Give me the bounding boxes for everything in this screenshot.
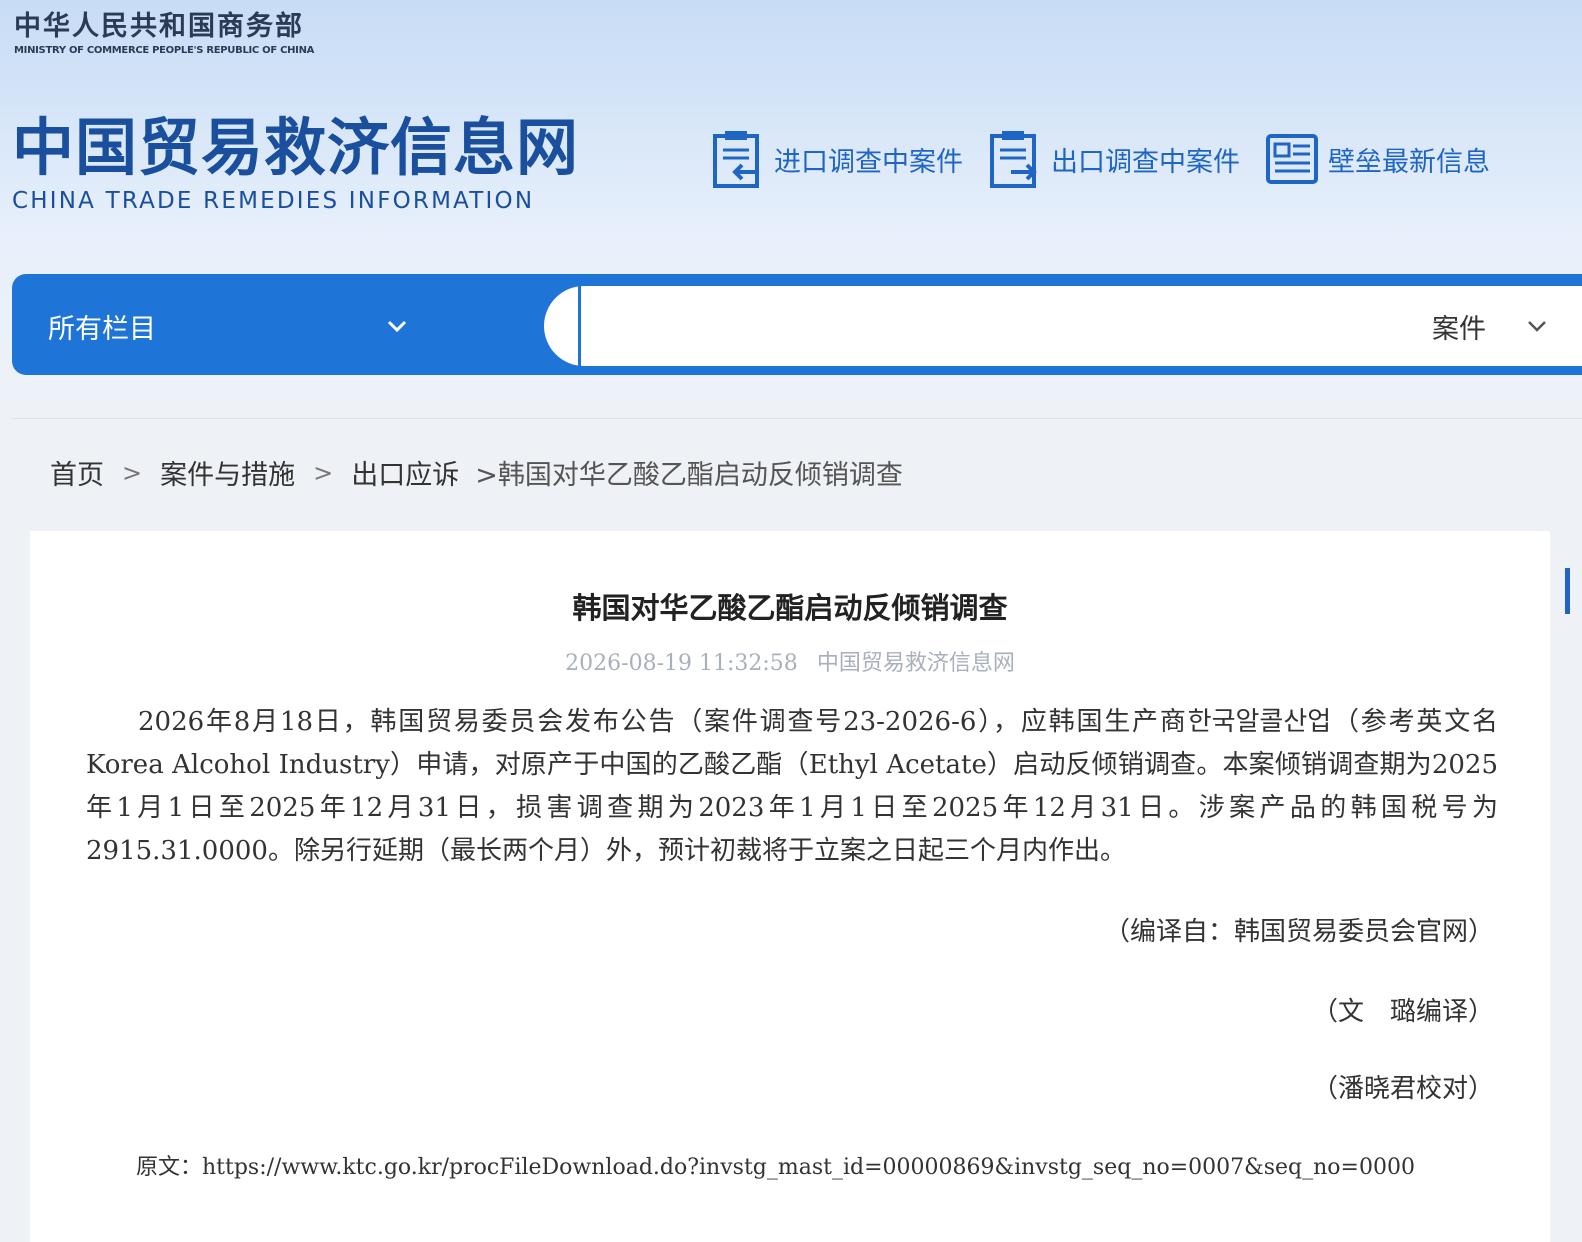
breadcrumb-current: >韩国对华乙酸乙酯启动反倾销调查 bbox=[475, 460, 903, 491]
credit-compiled: （编译自：韩国贸易委员会官网） bbox=[1103, 917, 1494, 947]
credit-proofreader: （潘晓君校对） bbox=[1311, 1074, 1494, 1104]
breadcrumb: 首页 > 案件与措施 > 出口应诉 >韩国对华乙酸乙酯启动反倾销调查 bbox=[50, 453, 903, 492]
ministry-header[interactable]: 中华人民共和国商务部 MINISTRY OF COMMERCE PEOPLE'S… bbox=[14, 4, 314, 56]
type-select-value: 案件 bbox=[1432, 313, 1486, 345]
quick-link-label: 壁垒最新信息 bbox=[1328, 146, 1490, 178]
breadcrumb-separator-icon: > bbox=[122, 458, 143, 487]
site-name-en: CHINA TRADE REMEDIES INFORMATION bbox=[12, 188, 535, 214]
type-select[interactable]: 案件 bbox=[1432, 306, 1572, 346]
barrier-news-icon bbox=[1266, 134, 1318, 184]
article-meta: 2026-08-19 11:32:58 中国贸易救济信息网 bbox=[30, 645, 1550, 677]
quick-links: 进口调查中案件 出口调查中案件 壁垒最新信息 bbox=[712, 130, 1490, 188]
category-select[interactable]: 所有栏目 bbox=[48, 306, 408, 346]
chevron-down-icon bbox=[387, 320, 407, 333]
site-name-cn: 中国贸易救济信息网 bbox=[12, 111, 580, 184]
breadcrumb-cases[interactable]: 案件与措施 bbox=[160, 453, 295, 492]
breadcrumb-export-response[interactable]: 出口应诉 bbox=[351, 453, 459, 492]
ministry-name-en: MINISTRY OF COMMERCE PEOPLE'S REPUBLIC O… bbox=[14, 45, 315, 56]
ministry-name-cn: 中华人民共和国商务部 bbox=[14, 11, 304, 42]
quick-link-export-cases[interactable]: 出口调查中案件 bbox=[989, 130, 1240, 188]
category-select-value: 所有栏目 bbox=[48, 313, 156, 345]
article-datetime: 2026-08-19 11:32:58 bbox=[565, 651, 798, 676]
article-paragraph: 2026年8月18日，韩国贸易委员会发布公告（案件调查号23-2026-6），应… bbox=[86, 707, 1498, 866]
breadcrumb-separator-icon: > bbox=[313, 458, 334, 487]
breadcrumb-home[interactable]: 首页 bbox=[50, 453, 104, 492]
quick-link-label: 出口调查中案件 bbox=[1051, 146, 1240, 178]
credit-translator: （文 璐编译） bbox=[1311, 997, 1494, 1027]
article-title: 韩国对华乙酸乙酯启动反倾销调查 bbox=[572, 591, 1008, 625]
search-divider bbox=[578, 286, 581, 366]
article: 韩国对华乙酸乙酯启动反倾销调查 2026-08-19 11:32:58 中国贸易… bbox=[30, 531, 1550, 1242]
quick-link-import-cases[interactable]: 进口调查中案件 bbox=[712, 130, 963, 188]
search-input-wrapper: 案件 bbox=[544, 286, 1582, 366]
export-case-icon bbox=[990, 131, 1037, 188]
article-source-site: 中国贸易救济信息网 bbox=[816, 651, 1015, 676]
quick-link-barrier-news[interactable]: 壁垒最新信息 bbox=[1266, 130, 1490, 188]
search-bar: 所有栏目 案件 bbox=[12, 274, 1582, 375]
page: 中华人民共和国商务部 MINISTRY OF COMMERCE PEOPLE'S… bbox=[0, 0, 1582, 1242]
article-body: 2026年8月18日，韩国贸易委员会发布公告（案件调查号23-2026-6），应… bbox=[86, 701, 1498, 873]
quick-link-label: 进口调查中案件 bbox=[774, 146, 963, 178]
site-logo[interactable]: 中国贸易救济信息网 CHINA TRADE REMEDIES INFORMATI… bbox=[12, 111, 580, 215]
import-case-icon bbox=[713, 131, 759, 188]
side-scroll-marker[interactable] bbox=[1565, 568, 1570, 614]
search-input[interactable] bbox=[590, 286, 1390, 366]
chevron-down-icon bbox=[1528, 321, 1546, 332]
main-panel: 首页 > 案件与措施 > 出口应诉 >韩国对华乙酸乙酯启动反倾销调查 韩国对华乙… bbox=[12, 418, 1582, 1242]
original-source-link[interactable]: 原文：https://www.ktc.go.kr/procFileDownloa… bbox=[136, 1149, 1415, 1181]
